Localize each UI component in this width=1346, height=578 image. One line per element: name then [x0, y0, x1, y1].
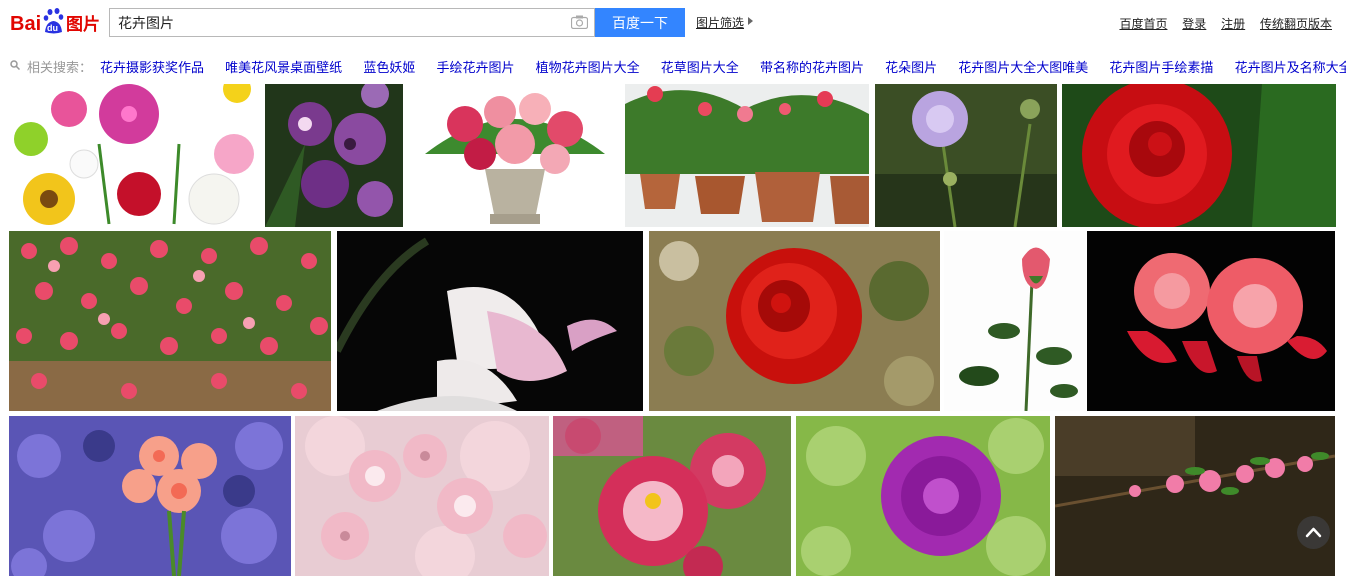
camera-icon[interactable] [571, 15, 588, 29]
svg-text:图片: 图片 [66, 14, 100, 35]
related-label: 相关搜索： [27, 61, 93, 76]
search-input[interactable] [110, 9, 565, 36]
image-thumb-potted-geraniums[interactable] [625, 84, 869, 227]
link-classic-pagination[interactable]: 传统翻页版本 [1260, 17, 1332, 31]
svg-text:du: du [47, 23, 58, 33]
link-baidu-home[interactable]: 百度首页 [1119, 17, 1167, 31]
image-thumb-peach-blossom-branch[interactable] [1055, 416, 1335, 576]
baidu-images-logo[interactable]: Bai du 图片 [10, 6, 102, 38]
related-item[interactable]: 蓝色妖姬 [363, 61, 415, 76]
image-thumb-mixed-flowers-collage[interactable] [9, 84, 263, 227]
related-items: 花卉摄影获奖作品 唯美花风景桌面壁纸 蓝色妖姬 手绘花卉图片 植物花卉图片大全 … [100, 57, 1346, 76]
related-item[interactable]: 植物花卉图片大全 [536, 61, 640, 76]
image-thumb-single-rose-stem[interactable] [944, 231, 1086, 411]
image-thumb-purple-spiky-flower[interactable] [796, 416, 1050, 576]
image-filter-link[interactable]: 图片筛选 [696, 14, 744, 31]
image-thumb-climbing-roses-fence[interactable] [9, 231, 331, 411]
related-item[interactable]: 花草图片大全 [661, 61, 739, 76]
link-login[interactable]: 登录 [1182, 17, 1206, 31]
top-links: 百度首页 登录 注册 传统翻页版本 [1108, 15, 1332, 32]
related-item[interactable]: 花卉图片手绘素描 [1109, 61, 1213, 76]
related-item[interactable]: 花卉图片大全大图唯美 [958, 61, 1088, 76]
image-thumb-pink-cherry-blossoms[interactable] [295, 416, 549, 576]
related-item[interactable]: 花卉图片及名称大全 [1235, 61, 1346, 76]
related-item[interactable]: 唯美花风景桌面壁纸 [225, 61, 342, 76]
related-item[interactable]: 花卉摄影获奖作品 [100, 61, 204, 76]
image-thumb-white-magnolia-dark[interactable] [337, 231, 643, 411]
image-thumb-red-begonias[interactable] [1087, 231, 1335, 411]
link-register[interactable]: 注册 [1221, 17, 1245, 31]
svg-text:Bai: Bai [10, 13, 41, 35]
search-icon [10, 60, 20, 70]
chevron-up-icon [1305, 527, 1322, 538]
image-thumb-purple-orchid[interactable] [265, 84, 403, 227]
related-searches: 相关搜索： 花卉摄影获奖作品 唯美花风景桌面壁纸 蓝色妖姬 手绘花卉图片 植物花… [0, 55, 1346, 77]
image-thumb-red-rose-closeup[interactable] [1062, 84, 1336, 227]
image-thumb-purple-thistle[interactable] [875, 84, 1057, 227]
image-thumb-blue-primroses[interactable] [9, 416, 291, 576]
image-thumb-pink-asters[interactable] [553, 416, 791, 576]
search-box [109, 8, 595, 37]
image-grid [0, 84, 1346, 578]
search-button[interactable]: 百度一下 [595, 8, 685, 37]
related-item[interactable]: 花朵图片 [885, 61, 937, 76]
top-header: Bai du 图片 百度一下 图片筛选 百度首页 登录 注册 传统翻页版本 [0, 0, 1346, 46]
image-thumb-red-ranunculus[interactable] [649, 231, 940, 411]
image-thumb-pink-rose-vase[interactable] [405, 84, 623, 227]
related-item[interactable]: 手绘花卉图片 [436, 61, 514, 76]
back-to-top-button[interactable] [1297, 516, 1330, 549]
related-item[interactable]: 带名称的花卉图片 [760, 61, 864, 76]
filter-caret-icon [748, 17, 753, 25]
